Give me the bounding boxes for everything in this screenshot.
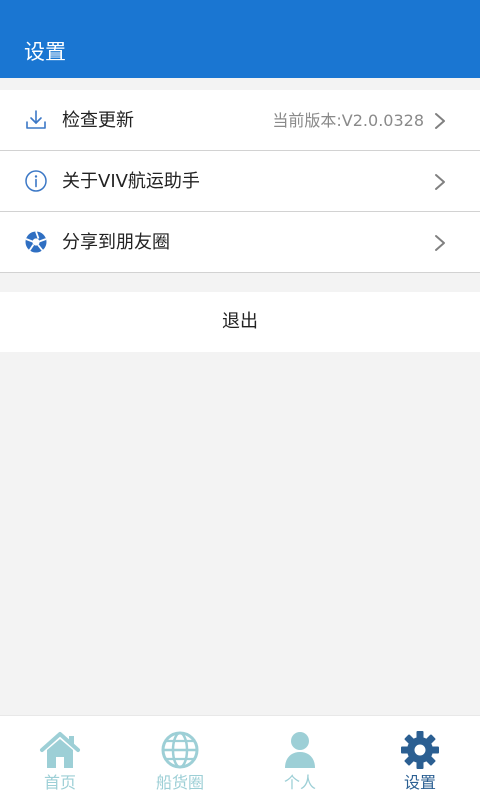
tab-settings[interactable]: 设置	[360, 716, 480, 800]
gear-icon	[401, 731, 439, 769]
person-icon	[285, 732, 315, 768]
moments-icon	[25, 231, 47, 253]
page-title: 设置	[24, 40, 66, 64]
logout-button[interactable]: 退出	[0, 292, 480, 352]
settings-screen: 设置 检查更新 当前版本:V2.0.0328 关于VIV航运助手 分享到朋友圈 …	[0, 0, 480, 800]
tab-home-label: 首页	[43, 773, 76, 792]
tab-shipping-circle[interactable]: 船货圈	[120, 716, 240, 800]
download-icon	[26, 110, 46, 129]
about-label: 关于VIV航运助手	[62, 171, 200, 192]
tab-shipping-circle-label: 船货圈	[155, 773, 204, 792]
tab-settings-label: 设置	[403, 773, 436, 792]
tab-personal[interactable]: 个人	[240, 716, 360, 800]
home-icon	[40, 732, 80, 768]
settings-menu: 检查更新 当前版本:V2.0.0328 关于VIV航运助手 分享到朋友圈	[0, 90, 480, 273]
about-item[interactable]: 关于VIV航运助手	[0, 151, 480, 212]
check-update-label: 检查更新	[62, 110, 134, 131]
info-icon	[25, 170, 47, 192]
share-moments-label: 分享到朋友圈	[62, 232, 170, 253]
share-moments-item[interactable]: 分享到朋友圈	[0, 212, 480, 273]
current-version-text: 当前版本:V2.0.0328	[272, 111, 424, 130]
tab-personal-label: 个人	[283, 773, 316, 792]
globe-icon	[161, 731, 199, 769]
chevron-right-icon	[435, 113, 445, 129]
chevron-right-icon	[435, 235, 445, 251]
bottom-tab-bar: 首页 船货圈 个人 设置	[0, 715, 480, 800]
chevron-right-icon	[435, 174, 445, 190]
tab-home[interactable]: 首页	[0, 716, 120, 800]
app-header: 设置	[0, 0, 480, 78]
check-update-item[interactable]: 检查更新 当前版本:V2.0.0328	[0, 90, 480, 151]
